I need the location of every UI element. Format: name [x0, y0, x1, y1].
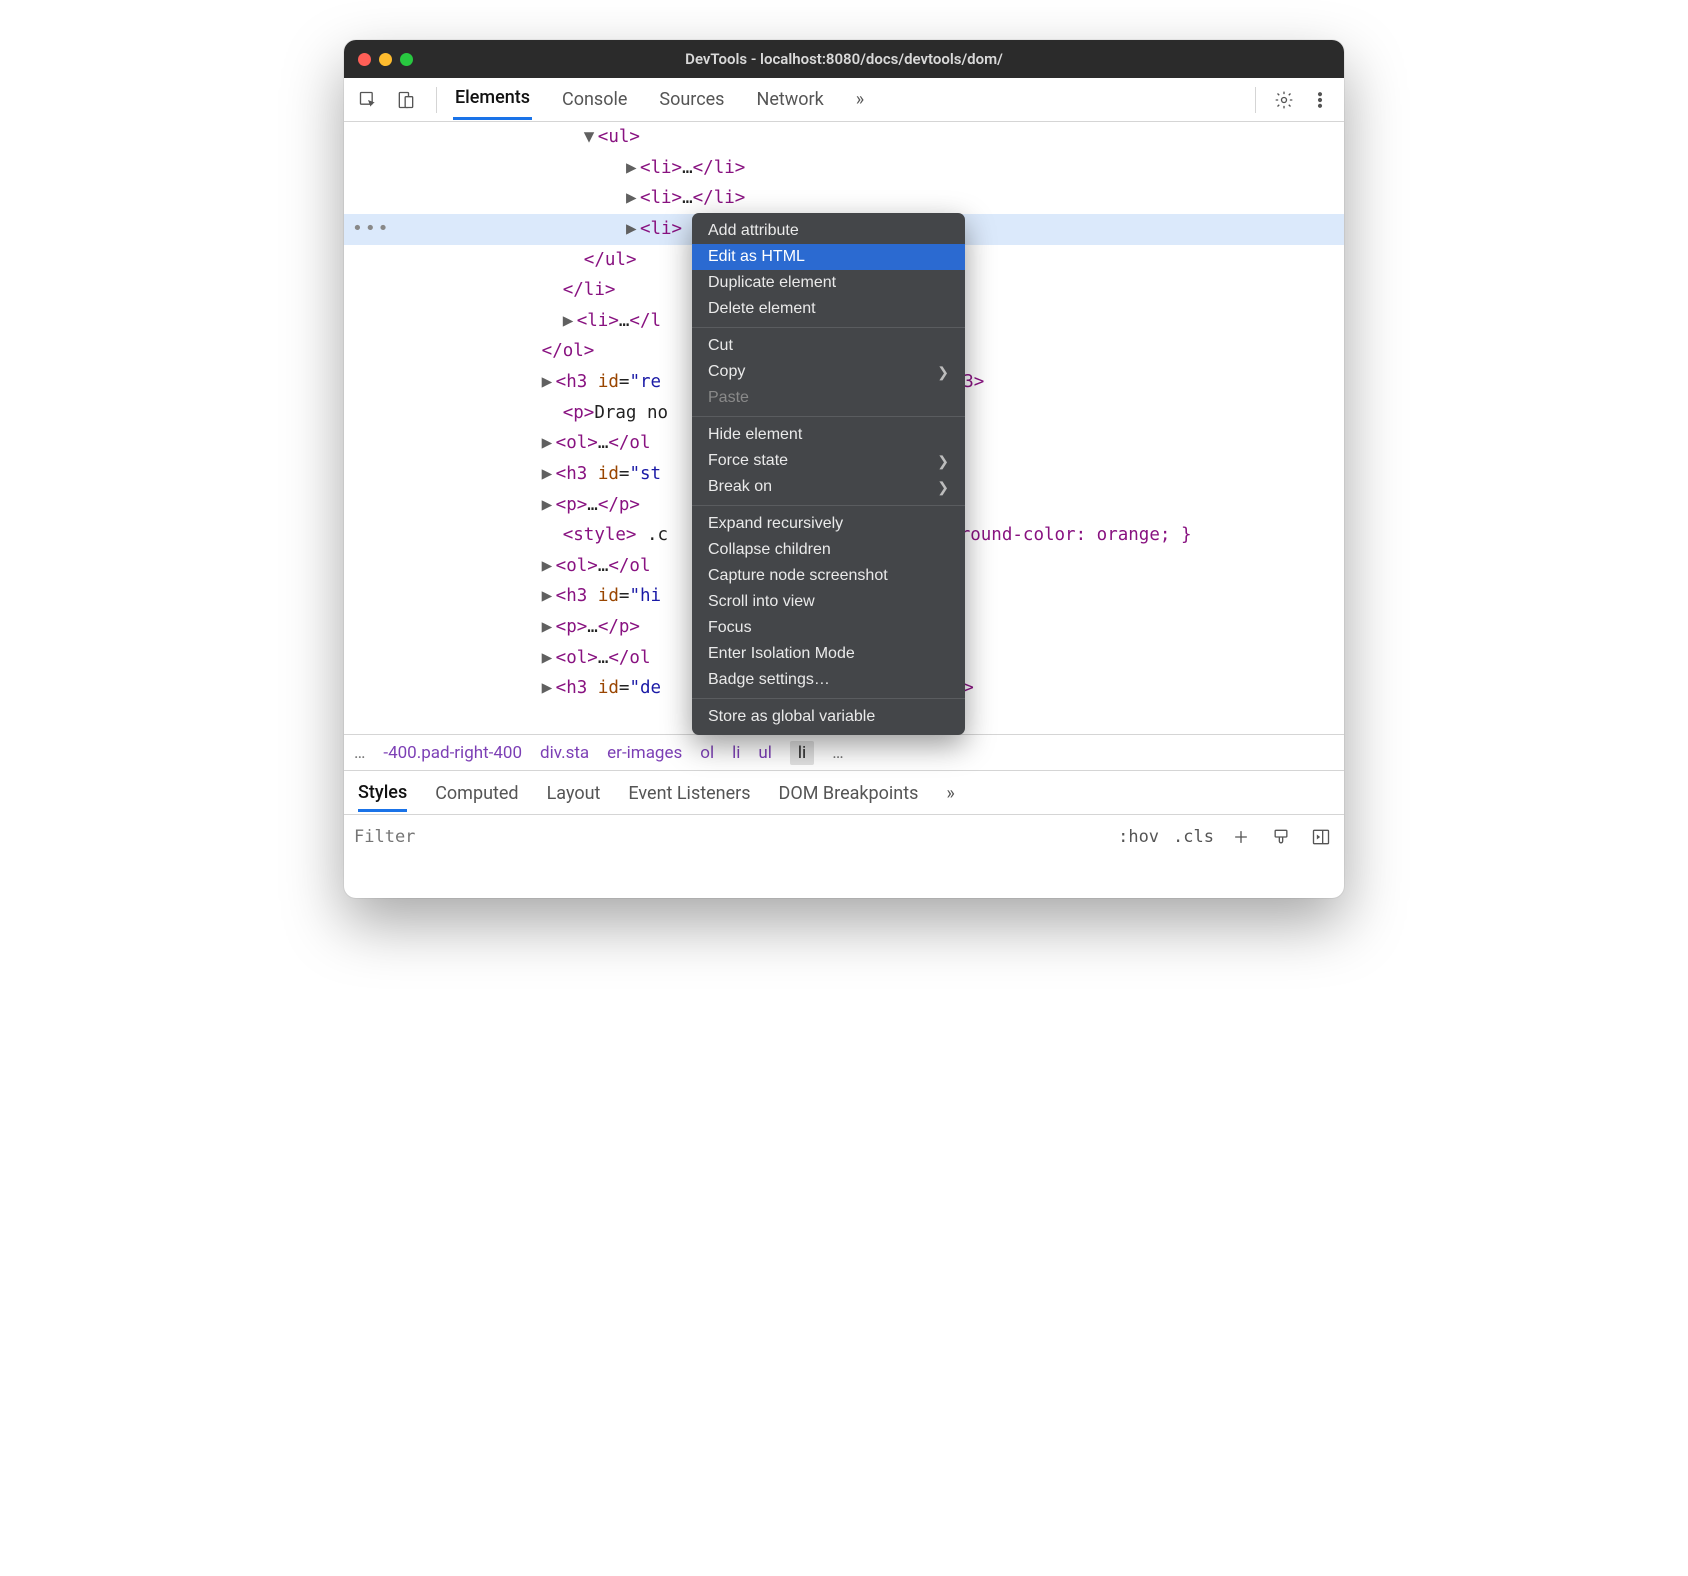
context-menu-item[interactable]: Copy ❯ [692, 359, 965, 385]
context-menu-item[interactable]: Expand recursively [692, 511, 965, 537]
inspect-element-icon[interactable] [354, 86, 382, 114]
context-menu-item[interactable]: Add attribute [692, 218, 965, 244]
crumb-item[interactable]: -400.pad-right-400 [383, 743, 522, 763]
tab-sources[interactable]: Sources [657, 81, 726, 119]
tab-network[interactable]: Network [754, 81, 825, 119]
selection-marker-icon: ••• [352, 213, 391, 245]
crumb-item[interactable]: er-images [607, 743, 682, 763]
crumb-item-selected[interactable]: li [790, 741, 814, 765]
cls-toggle[interactable]: .cls [1173, 827, 1214, 847]
context-menu-item[interactable]: Force state ❯ [692, 448, 965, 474]
dom-node-line[interactable]: ▼<ul> [344, 122, 1344, 153]
context-menu-item-label: Copy [708, 363, 745, 381]
context-menu-item-label: Add attribute [708, 222, 799, 240]
context-menu-item-label: Capture node screenshot [708, 567, 888, 585]
styles-tabs: Styles Computed Layout Event Listeners D… [344, 770, 1344, 814]
dom-node-line[interactable]: ▶<li>…</li> [344, 153, 1344, 184]
context-menu-item-label: Scroll into view [708, 593, 815, 611]
window-title: DevTools - localhost:8080/docs/devtools/… [344, 50, 1344, 68]
chevron-right-icon: ❯ [937, 479, 949, 496]
context-menu-item-label: Paste [708, 389, 749, 407]
styles-filter-bar: :hov .cls [344, 814, 1344, 858]
crumb-overflow-left[interactable]: … [354, 743, 365, 763]
context-menu-item-label: Duplicate element [708, 274, 836, 292]
context-menu-item: Paste [692, 385, 965, 411]
context-menu-item[interactable]: Break on ❯ [692, 474, 965, 500]
tab-elements[interactable]: Elements [453, 79, 532, 120]
context-menu-item[interactable]: Focus [692, 615, 965, 641]
context-menu-item-label: Edit as HTML [708, 248, 805, 266]
context-menu-item[interactable]: Store as global variable [692, 704, 965, 730]
context-menu-item[interactable]: Capture node screenshot [692, 563, 965, 589]
context-menu-item[interactable]: Hide element [692, 422, 965, 448]
context-menu: Add attribute Edit as HTML Duplicate eleme… [692, 213, 965, 735]
context-menu-item-label: Enter Isolation Mode [708, 645, 855, 663]
context-menu-separator [692, 416, 965, 417]
bottom-spacer [344, 858, 1344, 898]
close-window-icon[interactable] [358, 53, 371, 66]
context-menu-item-label: Force state [708, 452, 788, 470]
context-menu-item[interactable]: Edit as HTML [692, 244, 965, 270]
minimize-window-icon[interactable] [379, 53, 392, 66]
subtab-computed[interactable]: Computed [435, 774, 518, 811]
context-menu-item[interactable]: Scroll into view [692, 589, 965, 615]
dom-node-line[interactable]: ▶<li>…</li> [344, 183, 1344, 214]
chevron-right-icon: ❯ [937, 453, 949, 470]
hov-toggle[interactable]: :hov [1118, 827, 1159, 847]
context-menu-item[interactable]: Cut [692, 333, 965, 359]
paint-brush-icon[interactable] [1268, 824, 1294, 850]
toolbar-separator [436, 87, 437, 113]
context-menu-item[interactable]: Delete element [692, 296, 965, 322]
context-menu-item-label: Collapse children [708, 541, 831, 559]
tab-console[interactable]: Console [560, 81, 629, 119]
panel-tabs: Elements Console Sources Network » [453, 79, 866, 120]
context-menu-item-label: Badge settings… [708, 671, 830, 689]
subtab-event-listeners[interactable]: Event Listeners [628, 774, 750, 811]
context-menu-item[interactable]: Collapse children [692, 537, 965, 563]
filter-input[interactable] [354, 827, 1104, 847]
context-menu-item-label: Cut [708, 337, 733, 355]
context-menu-separator [692, 698, 965, 699]
context-menu-item-label: Break on [708, 478, 772, 496]
context-menu-item-label: Hide element [708, 426, 802, 444]
context-menu-separator [692, 505, 965, 506]
context-menu-separator [692, 327, 965, 328]
subtab-layout[interactable]: Layout [547, 774, 601, 811]
subtab-overflow[interactable]: » [946, 774, 954, 811]
more-menu-icon[interactable] [1306, 86, 1334, 114]
window-controls [358, 53, 413, 66]
crumb-item[interactable]: ul [758, 743, 772, 763]
new-rule-icon[interactable] [1228, 824, 1254, 850]
context-menu-item-label: Store as global variable [708, 708, 875, 726]
context-menu-item-label: Delete element [708, 300, 816, 318]
crumb-overflow-right[interactable]: … [832, 743, 843, 763]
toolbar-separator [1255, 87, 1256, 113]
context-menu-item[interactable]: Badge settings… [692, 667, 965, 693]
chevron-right-icon: ❯ [937, 364, 949, 381]
titlebar: DevTools - localhost:8080/docs/devtools/… [344, 40, 1344, 78]
crumb-item[interactable]: ol [700, 743, 714, 763]
breadcrumb-bar: … -400.pad-right-400 div.sta er-images o… [344, 734, 1344, 770]
context-menu-item[interactable]: Duplicate element [692, 270, 965, 296]
context-menu-item-label: Focus [708, 619, 752, 637]
context-menu-item[interactable]: Enter Isolation Mode [692, 641, 965, 667]
main-toolbar: Elements Console Sources Network » [344, 78, 1344, 122]
settings-icon[interactable] [1270, 86, 1298, 114]
context-menu-item-label: Expand recursively [708, 515, 843, 533]
crumb-item[interactable]: li [732, 743, 740, 763]
toggle-sidebar-icon[interactable] [1308, 824, 1334, 850]
device-toolbar-icon[interactable] [392, 86, 420, 114]
devtools-window: DevTools - localhost:8080/docs/devtools/… [344, 40, 1344, 898]
zoom-window-icon[interactable] [400, 53, 413, 66]
subtab-dom-breakpoints[interactable]: DOM Breakpoints [779, 774, 919, 811]
crumb-item[interactable]: div.sta [540, 743, 589, 763]
subtab-styles[interactable]: Styles [358, 773, 407, 812]
tab-overflow[interactable]: » [854, 81, 866, 119]
